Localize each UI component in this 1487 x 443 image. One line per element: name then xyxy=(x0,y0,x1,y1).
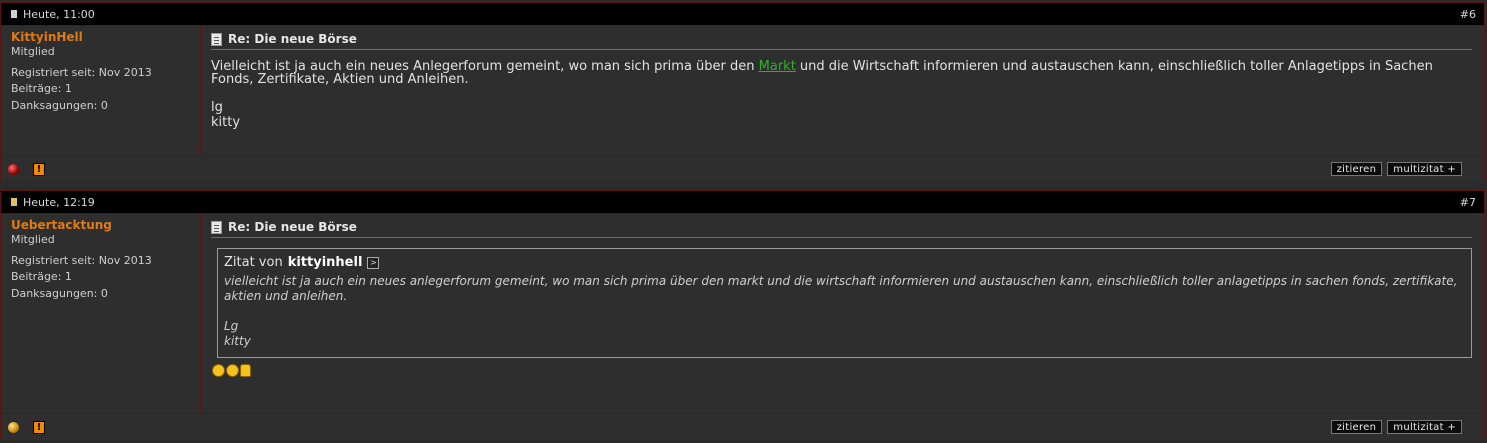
post-number-link[interactable]: #7 xyxy=(1460,196,1476,209)
post-title: Re: Die neue Börse xyxy=(211,220,1472,238)
post-6: Heute, 11:00 #6 KittyinHell Mitglied Reg… xyxy=(0,2,1485,182)
post-date: Heute, 12:19 xyxy=(23,195,95,209)
markt-link[interactable]: Markt xyxy=(759,59,796,74)
post-date: Heute, 11:00 xyxy=(23,7,95,21)
page-icon xyxy=(11,198,17,206)
thumbs-up-icon xyxy=(240,364,251,377)
user-info: Uebertacktung Mitglied Registriert seit:… xyxy=(1,214,201,413)
smiley-icon xyxy=(212,364,225,377)
quote-header: Zitat von kittyinhell > xyxy=(224,255,1465,270)
post-title-icon xyxy=(211,32,222,46)
smilies xyxy=(212,364,1472,378)
quote-button[interactable]: zitieren xyxy=(1330,420,1383,434)
username-link[interactable]: KittyinHell xyxy=(11,30,190,44)
post-message: Vielleicht ist ja auch ein neues Anleger… xyxy=(211,60,1472,130)
post-title: Re: Die neue Börse xyxy=(211,32,1472,50)
report-icon[interactable]: ! xyxy=(33,420,45,434)
user-thanks: Danksagungen: 0 xyxy=(11,286,108,300)
username-link[interactable]: Uebertacktung xyxy=(11,218,190,232)
multiquote-button[interactable]: multizitat + xyxy=(1387,420,1462,434)
quote-arrow-icon[interactable]: > xyxy=(367,256,380,269)
post-footer: ! zitieren multizitat + xyxy=(1,155,1484,182)
online-status-icon xyxy=(8,163,19,175)
user-registered: Registriert seit: Nov 2013 xyxy=(11,253,152,267)
post-7: Heute, 12:19 #7 Uebertacktung Mitglied R… xyxy=(0,190,1485,440)
user-rank: Mitglied xyxy=(11,233,55,246)
post-header: Heute, 12:19 #7 xyxy=(1,191,1484,214)
smiley-icon xyxy=(226,364,239,377)
quote-text: vielleicht ist ja auch ein neues anleger… xyxy=(224,274,1458,348)
user-post-count: Beiträge: 1 xyxy=(11,82,72,95)
quote-author: kittyinhell xyxy=(287,255,363,270)
post-header: Heute, 11:00 #6 xyxy=(1,3,1484,26)
post-footer: ! zitieren multizitat + xyxy=(1,413,1484,440)
user-info: KittyinHell Mitglied Registriert seit: N… xyxy=(1,26,201,155)
multiquote-button[interactable]: multizitat + xyxy=(1387,162,1462,176)
user-rank: Mitglied xyxy=(11,45,55,58)
quote-block: Zitat von kittyinhell > vielleicht ist j… xyxy=(217,248,1472,358)
report-icon[interactable]: ! xyxy=(33,162,45,176)
message-greeting: lg xyxy=(211,100,223,115)
online-status-icon xyxy=(8,421,19,433)
quote-button[interactable]: zitieren xyxy=(1330,162,1383,176)
post-number-link[interactable]: #6 xyxy=(1460,8,1476,21)
user-post-count: Beiträge: 1 xyxy=(11,270,72,283)
page-icon xyxy=(11,10,17,18)
user-registered: Registriert seit: Nov 2013 xyxy=(11,65,152,79)
user-thanks: Danksagungen: 0 xyxy=(11,98,108,112)
message-signoff: kitty xyxy=(211,115,241,130)
post-title-icon xyxy=(211,220,222,234)
